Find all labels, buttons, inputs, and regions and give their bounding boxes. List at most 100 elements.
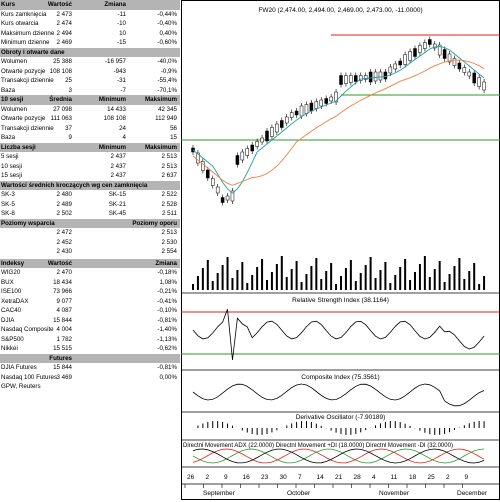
kurs-row-cell-1: 2 473: [56, 10, 72, 18]
liczba-sesji-row-cell-1: 2 437: [110, 162, 126, 170]
kurs-row-cell-2: -15: [117, 39, 126, 46]
obroty-row: Transakcji dziennie 25 -31 -55,4%: [0, 76, 180, 86]
liczba-sesji-header-cell-0: Liczba sesji: [1, 143, 36, 151]
candle-body: [245, 148, 250, 156]
kurs-header-cell-2: Zmiana: [104, 1, 126, 8]
futures-row-cell-2: 0,00%: [159, 373, 177, 381]
sesje10-row-cell-0: Baza: [1, 134, 16, 141]
srednie-row-cell-3: 2 511: [161, 210, 177, 217]
liczba-sesji-row: 10 sesji 2 437 2 513: [0, 162, 180, 172]
kurs-row: Kurs otwarcia 2 474 -10 -0,40%: [0, 19, 180, 29]
candle-body: [210, 178, 215, 186]
sesje10-header-cell-3: Maksimum: [145, 96, 177, 103]
candle-body: [457, 62, 462, 70]
sesje10-header: 10 sesji Średnia Minimum Maksimum: [0, 95, 180, 105]
candle-body: [289, 112, 294, 118]
volume-bar: [483, 276, 486, 290]
sesje10-row-cell-2: 14 433: [107, 105, 126, 113]
volume-bar: [463, 279, 466, 290]
main-chart-title: FW20 (2,474.00, 2,494.00, 2,469.00, 2,47…: [258, 7, 422, 14]
candle-body: [477, 77, 481, 87]
x-tick-label: 2: [446, 474, 450, 481]
indeksy-row: ISE100 73 966 -0,21%: [0, 287, 180, 297]
candle-body: [225, 195, 230, 201]
volume-bar: [211, 281, 214, 290]
candle-body: [260, 137, 264, 143]
x-tick-label: 25: [428, 474, 436, 481]
indeksy-row-cell-2: -0,21%: [157, 288, 177, 295]
indeksy-row-cell-1: 1 782: [56, 335, 72, 343]
indeksy-row-cell-0: BUX: [1, 278, 14, 286]
volume-bar: [330, 263, 333, 290]
candle-body: [388, 66, 393, 74]
poziomy-row-cell-1: 2 513: [161, 229, 177, 236]
liczba-sesji-row-cell-2: 2 513: [161, 162, 177, 170]
poziomy-row-cell-0: 2 430: [56, 248, 72, 255]
futures-row-cell-2: -0,81%: [157, 364, 177, 371]
volume-bar: [428, 277, 431, 290]
volume-bar: [478, 284, 481, 290]
liczba-sesji-row-cell-0: 15 sesji: [1, 172, 22, 179]
source-label-cell-0: GPW, Reuters: [1, 383, 41, 390]
volume-bar: [344, 268, 347, 290]
composite-title: Composite Index (75.3561): [301, 374, 379, 381]
obroty-row-cell-1: 108 108: [49, 67, 72, 75]
candle-body: [462, 67, 467, 73]
liczba-sesji-row-cell-1: 2 437: [110, 172, 126, 179]
srednie-row-cell-1: 2 502: [56, 210, 72, 217]
indeksy-row: WIG20 2 470 -0,18%: [0, 268, 180, 278]
candle-body: [284, 116, 289, 124]
x-tick-label: 28: [354, 474, 362, 481]
liczba-sesji-row: 5 sesji 2 437 2 513: [0, 152, 180, 162]
obroty-row-cell-3: -40,0%: [157, 58, 177, 65]
volume-bar: [374, 278, 377, 290]
volume-bar: [443, 282, 446, 290]
volume-bar: [409, 280, 412, 290]
sesje10-row-cell-1: 37: [65, 124, 72, 132]
candle-body: [304, 104, 309, 114]
volume-bar: [453, 266, 456, 290]
sesje10-row-cell-1: 27 098: [53, 105, 72, 113]
kurs-row-cell-0: Kurs zamknięcia: [1, 10, 47, 18]
candle-body: [280, 120, 284, 128]
indeksy-row-cell-1: 4 004: [56, 326, 72, 333]
kurs-row-cell-1: 2 469: [56, 39, 72, 46]
poziomy-row: 2 472 2 513: [0, 228, 180, 238]
volume-bar: [206, 260, 209, 290]
futures-row: DJIA Futures 15 844 -0,81%: [0, 363, 180, 373]
candle-body: [275, 123, 279, 133]
volume-bar: [384, 262, 387, 290]
indeksy-row: XetraDAX 9 077 -0,41%: [0, 297, 180, 307]
indeksy-row-cell-0: ISE100: [1, 288, 22, 295]
liczba-sesji-header-cell-1: Minimum: [98, 143, 126, 151]
obroty-row: Wolumen 25 388 -16 957 -40,0%: [0, 57, 180, 67]
srednie-row-cell-1: 2 489: [56, 200, 72, 208]
poziomy-row: 2 430 2 554: [0, 247, 180, 257]
srednie-row-cell-0: SK-8: [1, 210, 15, 217]
candle-body: [442, 49, 447, 59]
candle-body: [344, 75, 348, 84]
sesje10-row-cell-3: 56: [170, 124, 177, 132]
candle-body: [339, 75, 343, 85]
candle-body: [265, 130, 269, 142]
kurs-row: Kurs zamknięcia 2 473 -11 -0,44%: [0, 10, 180, 20]
month-label: October: [287, 490, 311, 497]
obroty-row-cell-0: Otwarte pozycje: [1, 67, 46, 75]
candle-body: [270, 127, 274, 137]
volume-bar: [310, 266, 313, 290]
volume-bar: [295, 261, 298, 290]
candle-body: [220, 197, 225, 203]
kurs-row: Maksimum dzienne 2 494 10 0,40%: [0, 29, 180, 39]
moving-average-short: [192, 46, 485, 194]
candle-body: [294, 110, 299, 116]
volume-bar: [241, 262, 244, 290]
candle-body: [393, 63, 398, 70]
indeksy-row: Nikkei 15 515 -0,62%: [0, 344, 180, 354]
volume-bar: [389, 283, 392, 290]
candle-body: [235, 155, 240, 165]
candle-body: [378, 71, 383, 81]
x-tick-label: 18: [409, 474, 417, 481]
volume-bar: [404, 259, 407, 290]
volume-bar: [335, 284, 338, 290]
volume-bar: [285, 277, 288, 290]
